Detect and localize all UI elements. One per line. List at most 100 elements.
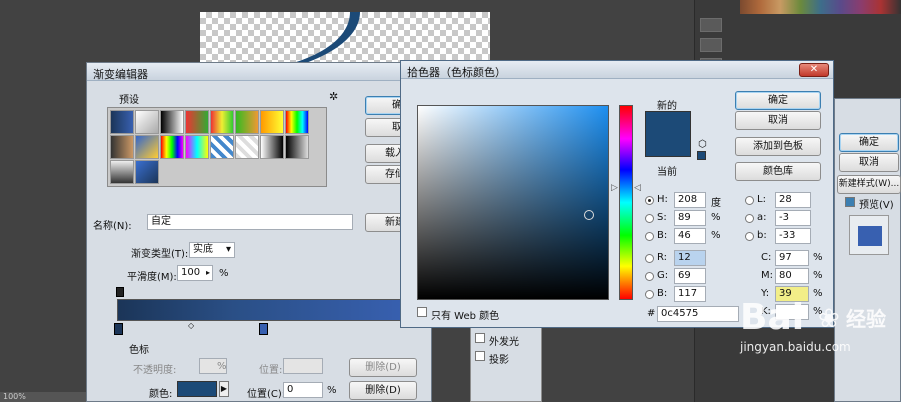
layer-style-cancel-button[interactable]: 取消 bbox=[839, 153, 899, 172]
magenta-input[interactable]: 80 bbox=[775, 268, 809, 284]
hex-label: # bbox=[647, 308, 656, 319]
dialog-title: 拾色器（色标颜色） bbox=[407, 66, 506, 79]
preset-swatch[interactable] bbox=[135, 110, 159, 134]
outer-glow-label: 外发光 bbox=[489, 337, 519, 348]
opacity-label: 不透明度: bbox=[133, 365, 177, 376]
preset-swatch[interactable] bbox=[135, 135, 159, 159]
new-color-swatch bbox=[645, 111, 691, 157]
new-style-button[interactable]: 新建样式(W)... bbox=[837, 175, 901, 194]
stop-color-swatch[interactable] bbox=[177, 381, 217, 397]
lab-l-input[interactable]: 28 bbox=[775, 192, 811, 208]
gradient-editor-titlebar[interactable]: 渐变编辑器 bbox=[87, 63, 431, 81]
lab-l-label: L: bbox=[757, 194, 766, 205]
color-picker-titlebar[interactable]: 拾色器（色标颜色） ✕ bbox=[401, 61, 833, 79]
color-stop-left[interactable] bbox=[114, 323, 123, 335]
preset-swatch[interactable] bbox=[210, 110, 234, 134]
add-to-swatches-button[interactable]: 添加到色板 bbox=[735, 137, 821, 156]
opacity-stop-left[interactable] bbox=[116, 287, 124, 297]
web-safe-swatch[interactable] bbox=[697, 151, 706, 160]
preview-label: 预览(V) bbox=[859, 200, 894, 211]
saturation-input[interactable]: 89 bbox=[674, 210, 706, 226]
saturation-radio[interactable] bbox=[645, 214, 654, 223]
gradient-editor-dialog: 渐变编辑器 预设 ✲ 确 取 载入( 存储( 名称(N): 自定 新建(渐变类… bbox=[86, 62, 432, 402]
color-location-input[interactable]: 0 bbox=[283, 382, 323, 398]
preset-swatch[interactable] bbox=[160, 135, 184, 159]
preset-swatch[interactable] bbox=[135, 160, 159, 184]
green-radio[interactable] bbox=[645, 272, 654, 281]
color-label: 颜色: bbox=[149, 389, 173, 400]
cancel-button[interactable]: 取消 bbox=[735, 111, 821, 130]
lab-b-radio[interactable] bbox=[745, 232, 754, 241]
gamut-cube-icon[interactable]: ⬡ bbox=[698, 139, 707, 150]
swatches-strip[interactable] bbox=[740, 0, 901, 14]
web-only-checkbox[interactable] bbox=[417, 307, 427, 317]
midpoint-diamond-icon[interactable]: ◇ bbox=[188, 321, 194, 330]
preset-swatch[interactable] bbox=[210, 135, 234, 159]
preset-swatch[interactable] bbox=[110, 110, 134, 134]
panel-tool-icon[interactable] bbox=[700, 18, 722, 32]
green-input[interactable]: 69 bbox=[674, 268, 706, 284]
blue-input[interactable]: 117 bbox=[674, 286, 706, 302]
gradient-name-field[interactable]: 自定 bbox=[147, 214, 353, 230]
preset-swatch[interactable] bbox=[110, 160, 134, 184]
red-radio[interactable] bbox=[645, 254, 654, 263]
cyan-input[interactable]: 97 bbox=[775, 250, 809, 266]
preset-swatch[interactable] bbox=[285, 110, 309, 134]
drop-shadow-checkbox[interactable] bbox=[475, 351, 485, 361]
color-picker-dialog: 拾色器（色标颜色） ✕ ▷ ◁ 新的 当前 ⬡ 确定 取消 添加到色板 颜色库 … bbox=[400, 60, 834, 328]
hue-arrow-left-icon[interactable]: ▷ bbox=[611, 183, 618, 193]
ok-button[interactable]: 确定 bbox=[735, 91, 821, 110]
smoothness-input[interactable]: 100 ▸ bbox=[177, 265, 213, 281]
outer-glow-checkbox[interactable] bbox=[475, 333, 485, 343]
brightness-radio[interactable] bbox=[645, 232, 654, 241]
watermark-brand-cn: 经验 bbox=[846, 307, 886, 331]
lab-l-radio[interactable] bbox=[745, 196, 754, 205]
watermark-url: jingyan.baidu.com bbox=[740, 340, 851, 354]
web-only-label: 只有 Web 颜色 bbox=[431, 311, 500, 322]
opacity-unit: % bbox=[217, 361, 227, 372]
preset-swatch[interactable] bbox=[260, 110, 284, 134]
hex-input[interactable]: 0c4575 bbox=[657, 306, 739, 322]
brightness-input[interactable]: 46 bbox=[674, 228, 706, 244]
dialog-title: 渐变编辑器 bbox=[93, 68, 148, 81]
saturation-label: S: bbox=[657, 212, 667, 223]
lab-a-input[interactable]: -3 bbox=[775, 210, 811, 226]
chevron-right-icon[interactable]: ▸ bbox=[206, 266, 210, 280]
delete-color-stop-button[interactable]: 删除(D) bbox=[349, 381, 417, 400]
cyan-unit: % bbox=[813, 252, 823, 263]
panel-tool-icon[interactable] bbox=[700, 38, 722, 52]
preset-swatch[interactable] bbox=[235, 110, 259, 134]
magenta-unit: % bbox=[813, 270, 823, 281]
preset-swatch[interactable] bbox=[285, 135, 309, 159]
cyan-label: C: bbox=[761, 252, 772, 263]
current-color-label: 当前 bbox=[657, 167, 677, 178]
lab-b-input[interactable]: -33 bbox=[775, 228, 811, 244]
close-icon[interactable]: ✕ bbox=[799, 63, 829, 77]
hue-radio[interactable] bbox=[645, 196, 654, 205]
hue-input[interactable]: 208 bbox=[674, 192, 706, 208]
color-field-cursor[interactable] bbox=[584, 210, 594, 220]
chevron-right-icon[interactable]: ▶ bbox=[219, 381, 229, 397]
gradient-type-select[interactable]: 实底 ▾ bbox=[189, 242, 235, 258]
layer-style-ok-button[interactable]: 确定 bbox=[839, 133, 899, 152]
color-stop-right[interactable] bbox=[259, 323, 268, 335]
color-libraries-button[interactable]: 颜色库 bbox=[735, 162, 821, 181]
preset-swatch[interactable] bbox=[260, 135, 284, 159]
preset-swatch[interactable] bbox=[235, 135, 259, 159]
lab-a-radio[interactable] bbox=[745, 214, 754, 223]
preset-swatch[interactable] bbox=[160, 110, 184, 134]
red-input[interactable]: 12 bbox=[674, 250, 706, 266]
blue-radio[interactable] bbox=[645, 290, 654, 299]
preview-checkbox[interactable] bbox=[845, 197, 855, 207]
saturation-unit: % bbox=[711, 212, 721, 223]
hue-arrow-right-icon[interactable]: ◁ bbox=[634, 183, 641, 193]
hue-slider[interactable] bbox=[619, 105, 633, 300]
color-location-unit: % bbox=[327, 385, 337, 396]
color-field[interactable] bbox=[417, 105, 609, 300]
gradient-bar[interactable] bbox=[117, 299, 407, 321]
gear-icon[interactable]: ✲ bbox=[329, 90, 338, 103]
style-list: 外发光 投影 bbox=[470, 326, 542, 402]
preset-swatch[interactable] bbox=[110, 135, 134, 159]
preset-swatch[interactable] bbox=[185, 135, 209, 159]
preset-swatch[interactable] bbox=[185, 110, 209, 134]
